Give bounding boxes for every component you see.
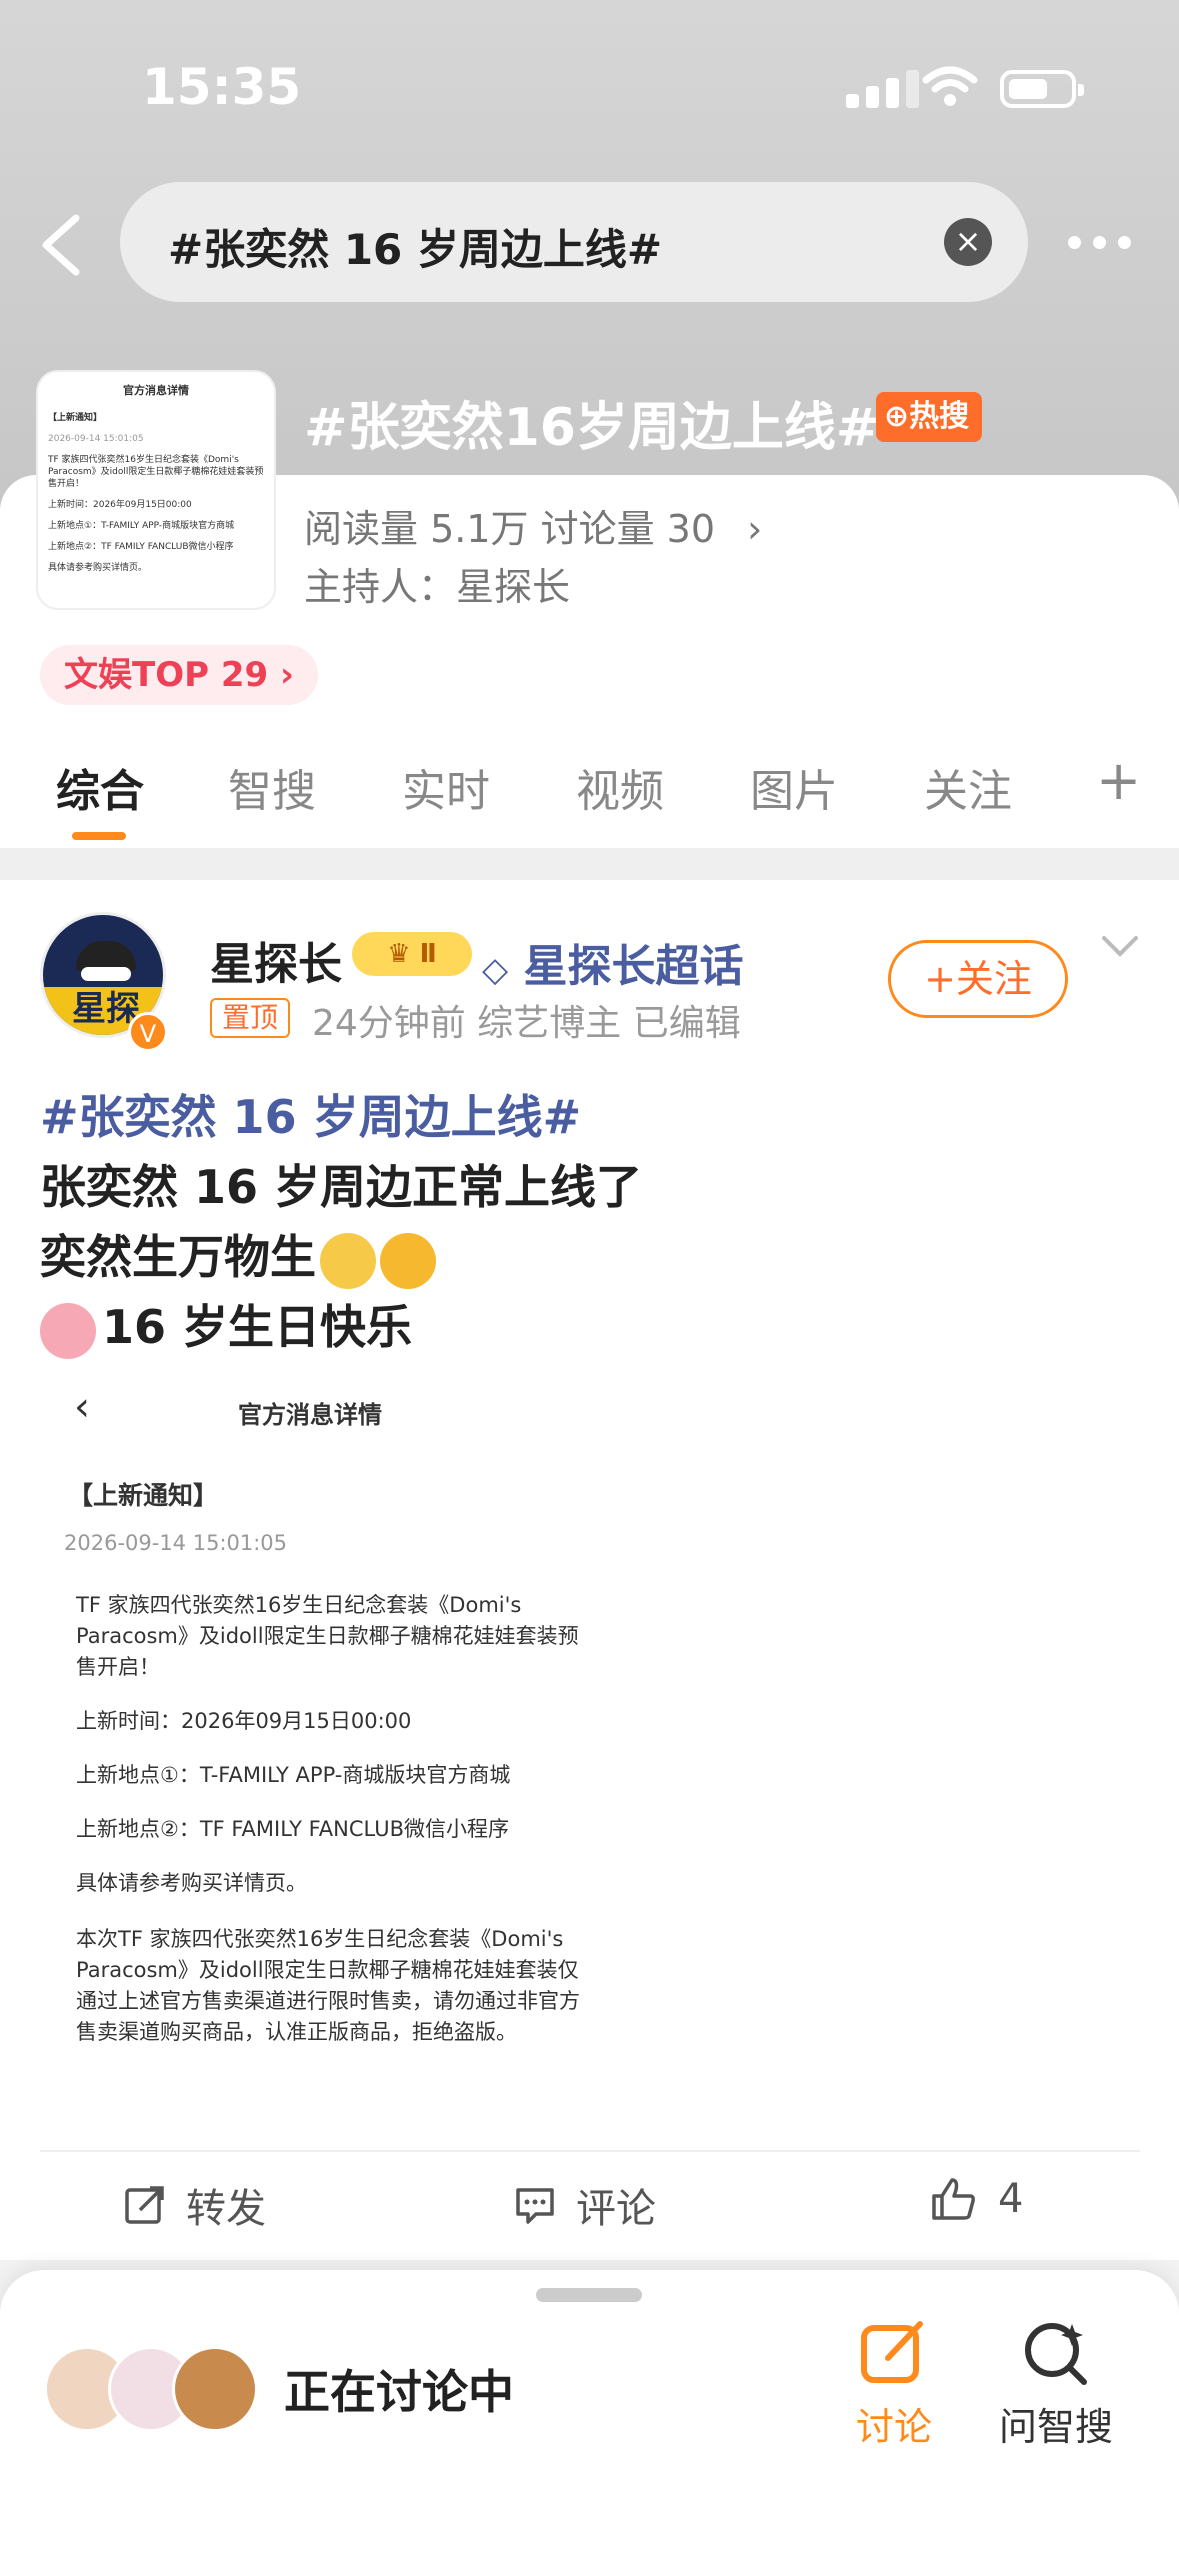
action-divider xyxy=(40,2150,1140,2152)
post-line-1: 张奕然 16 岁周边正常上线了 xyxy=(40,1160,643,1214)
add-tab-icon[interactable]: + xyxy=(1096,749,1141,812)
diamond-icon: ◇ xyxy=(482,950,509,990)
thumb-notice: 【上新通知】 xyxy=(48,413,103,423)
laughing-face-emoji-icon xyxy=(380,1232,436,1289)
thumb-line1: TF 家族四代张奕然16岁生日纪念套装《Domi's Paracosm》及ido… xyxy=(48,455,264,489)
clear-search-icon[interactable]: × xyxy=(944,218,992,266)
active-tab-indicator xyxy=(72,832,126,840)
tab-comprehensive[interactable]: 综合 xyxy=(56,755,144,819)
weibo-topic-page: { "status_bar": {"time": "15:35"}, "sear… xyxy=(0,0,1179,2556)
thumb-line5: 具体请参考购买详情页。 xyxy=(48,563,148,573)
pig-face-emoji-icon xyxy=(40,1302,96,1359)
topic-title: #张奕然16岁周边上线# xyxy=(304,398,880,458)
image-header: 官方消息详情 xyxy=(238,1401,382,1429)
comment-button[interactable]: 评论 xyxy=(514,2176,656,2234)
image-date: 2026-09-14 15:01:05 xyxy=(64,1531,288,1555)
image-paragraph-3: 上新地点①：T-FAMILY APP-商城版块官方商城 xyxy=(76,1763,511,1787)
repost-label: 转发 xyxy=(186,2186,266,2232)
thumbs-up-icon xyxy=(932,2178,975,2220)
post-body: #张奕然 16 岁周边上线# 张奕然 16 岁周边正常上线了 奕然生万物生 16… xyxy=(40,1082,642,1362)
verified-icon: V xyxy=(128,1012,168,1052)
thumb-header: 官方消息详情 xyxy=(123,384,189,397)
ask-label: 问智搜 xyxy=(998,2405,1113,2449)
thumb-line4: 上新地点②：TF FAMILY FANCLUB微信小程序 xyxy=(48,542,234,552)
battery-icon xyxy=(1000,70,1084,108)
supertopic-label: 星探长超话 xyxy=(523,941,744,992)
status-time: 15:35 xyxy=(142,58,302,116)
thumb-line3: 上新地点①：T-FAMILY APP-商城版块官方商城 xyxy=(48,521,235,531)
post-meta: 24分钟前 综艺博主 已编辑 xyxy=(312,1003,741,1044)
discuss-button[interactable]: 讨论 xyxy=(824,2318,964,2451)
topic-stats: 阅读量 5.1万 讨论量 30 xyxy=(304,507,716,551)
chevron-right-icon: › xyxy=(747,507,763,551)
like-button[interactable]: 4 xyxy=(930,2176,1023,2222)
post-hashtag[interactable]: #张奕然 16 岁周边上线# xyxy=(40,1090,581,1144)
tab-smart-search[interactable]: 智搜 xyxy=(228,755,316,819)
cellular-signal-icon xyxy=(846,70,919,108)
topic-host: 主持人：星探长 xyxy=(304,556,570,611)
chevron-down-icon[interactable] xyxy=(1100,932,1140,962)
discuss-label: 讨论 xyxy=(855,2405,932,2449)
drag-handle[interactable] xyxy=(536,2288,642,2302)
hot-search-badge[interactable]: ⊕热搜 xyxy=(876,392,982,442)
sunglasses-icon xyxy=(81,967,131,981)
supertopic-link[interactable]: ◇ 星探长超话 xyxy=(482,930,743,994)
fire-icon: ⊕ xyxy=(884,399,910,434)
search-sparkle-icon xyxy=(1025,2323,1087,2385)
tab-images[interactable]: 图片 xyxy=(750,755,838,819)
discussing-label: 正在讨论中 xyxy=(284,2365,514,2419)
participant-avatars[interactable] xyxy=(44,2346,264,2436)
crown-icon: ♛ xyxy=(387,939,411,969)
pinned-badge: 置顶 xyxy=(210,998,291,1038)
comment-label: 评论 xyxy=(576,2186,656,2232)
repost-button[interactable]: 转发 xyxy=(124,2176,266,2234)
user-level-badge[interactable]: ♛ Ⅱ xyxy=(352,932,472,976)
search-query[interactable]: #张奕然 16 岁周边上线# xyxy=(168,216,662,277)
image-notice: 【上新通知】 xyxy=(68,1481,219,1510)
more-options-icon[interactable] xyxy=(1068,236,1131,249)
wifi-icon xyxy=(922,66,978,106)
topic-stats-row[interactable]: 阅读量 5.1万 讨论量 30 › xyxy=(304,498,762,553)
back-arrow-icon[interactable] xyxy=(32,210,92,280)
section-divider xyxy=(0,848,1179,880)
shy-face-emoji-icon xyxy=(320,1232,376,1289)
image-paragraph-2: 上新时间：2026年09月15日00:00 xyxy=(76,1709,412,1733)
topic-thumbnail[interactable]: 官方消息详情 【上新通知】 2026-09-14 15:01:05 TF 家族四… xyxy=(38,372,274,608)
chevron-right-icon: › xyxy=(280,655,295,695)
image-paragraph-6: 本次TF 家族四代张奕然16岁生日纪念套装《Domi's Paracosm》及i… xyxy=(76,1927,580,2044)
tab-bar: 综合 智搜 实时 视频 图片 关注 + xyxy=(0,749,1179,845)
rank-label: 文娱TOP 29 xyxy=(64,655,269,695)
post-image[interactable]: ‹ 官方消息详情 【上新通知】 2026-09-14 15:01:05 TF 家… xyxy=(40,1370,580,2090)
rank-badge[interactable]: 文娱TOP 29 › xyxy=(40,645,319,705)
post-line-2: 奕然生万物生 xyxy=(40,1230,316,1284)
avatar xyxy=(172,2346,258,2432)
host-name[interactable]: 星探长 xyxy=(456,565,570,609)
status-bar: 15:35 xyxy=(0,40,1179,130)
follow-button[interactable]: +关注 xyxy=(888,940,1068,1018)
tab-video[interactable]: 视频 xyxy=(576,755,664,819)
host-label: 主持人： xyxy=(304,565,457,609)
search-bar[interactable]: #张奕然 16 岁周边上线# × xyxy=(120,182,1028,302)
image-paragraph-5: 具体请参考购买详情页。 xyxy=(76,1871,307,1895)
ask-smart-search-button[interactable]: 问智搜 xyxy=(986,2318,1126,2451)
thumb-line2: 上新时间：2026年09月15日00:00 xyxy=(48,500,192,510)
tab-following[interactable]: 关注 xyxy=(924,755,1012,819)
comment-icon xyxy=(516,2188,554,2224)
like-count: 4 xyxy=(998,2176,1024,2222)
bottom-discussion-bar: 正在讨论中 讨论 问智搜 xyxy=(0,2270,1179,2556)
post-line-3: 16 岁生日快乐 xyxy=(102,1300,413,1354)
hot-badge-label: 热搜 xyxy=(909,399,970,434)
thumb-date: 2026-09-14 15:01:05 xyxy=(48,434,144,444)
edit-note-icon xyxy=(861,2321,923,2383)
image-paragraph-1: TF 家族四代张奕然16岁生日纪念套装《Domi's Paracosm》及ido… xyxy=(76,1593,579,1679)
image-paragraph-4: 上新地点②：TF FAMILY FANCLUB微信小程序 xyxy=(76,1817,509,1841)
tab-realtime[interactable]: 实时 xyxy=(402,755,490,819)
repost-icon xyxy=(125,2186,164,2224)
level-label: Ⅱ xyxy=(419,939,437,969)
post-author[interactable]: 星探长 xyxy=(210,928,342,992)
